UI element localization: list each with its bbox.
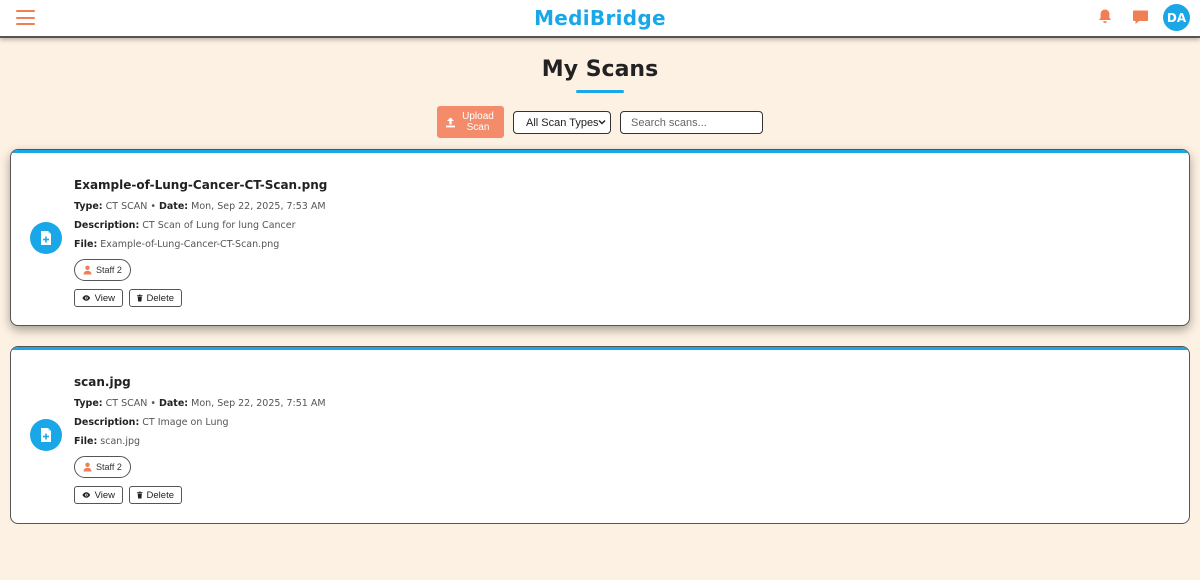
file-medical-icon (30, 419, 62, 451)
scan-type-date: Type: CT SCAN • Date: Mon, Sep 22, 2025,… (74, 398, 326, 409)
card-accent-stripe (11, 150, 1189, 153)
delete-label: Delete (146, 489, 174, 501)
upload-icon (446, 117, 455, 127)
card-accent-stripe (11, 347, 1189, 350)
scan-type-select-value: All Scan Types (526, 116, 599, 129)
avatar[interactable]: DA (1163, 4, 1190, 31)
scan-type-date: Type: CT SCAN • Date: Mon, Sep 22, 2025,… (74, 201, 326, 212)
staff-badge: Staff 2 (74, 456, 131, 478)
bell-icon[interactable] (1097, 8, 1113, 25)
trash-icon (137, 491, 143, 499)
upload-scan-button[interactable]: Upload Scan (437, 106, 504, 138)
eye-icon (82, 492, 91, 498)
staff-name: Staff 2 (96, 265, 122, 275)
scan-type-select[interactable]: All Scan Types (513, 111, 611, 134)
staff-badge: Staff 2 (74, 259, 131, 281)
brand-logo: MediBridge (534, 6, 666, 30)
delete-button[interactable]: Delete (129, 289, 182, 307)
view-label: View (94, 489, 115, 501)
user-icon (83, 462, 92, 472)
title-underline (576, 90, 624, 93)
file-medical-icon (30, 222, 62, 254)
top-nav-bar: MediBridge DA (0, 0, 1200, 38)
upload-scan-label: Upload Scan (462, 111, 494, 133)
scan-description: Description: CT Image on Lung (74, 417, 229, 428)
view-label: View (94, 292, 115, 304)
delete-button[interactable]: Delete (129, 486, 182, 504)
page-title: My Scans (541, 57, 659, 82)
eye-icon (82, 295, 91, 301)
scan-name: scan.jpg (74, 375, 131, 389)
scan-card: Example-of-Lung-Cancer-CT-Scan.png Type:… (10, 149, 1190, 326)
delete-label: Delete (146, 292, 174, 304)
search-input[interactable] (620, 111, 763, 134)
scan-name: Example-of-Lung-Cancer-CT-Scan.png (74, 178, 328, 192)
user-icon (83, 265, 92, 275)
view-button[interactable]: View (74, 289, 123, 307)
staff-name: Staff 2 (96, 462, 122, 472)
chat-icon[interactable] (1132, 9, 1149, 25)
scan-description: Description: CT Scan of Lung for lung Ca… (74, 220, 296, 231)
scan-file: File: Example-of-Lung-Cancer-CT-Scan.png (74, 239, 280, 250)
trash-icon (137, 294, 143, 302)
chevron-down-icon (598, 120, 606, 125)
scan-file: File: scan.jpg (74, 436, 141, 447)
scan-card: scan.jpg Type: CT SCAN • Date: Mon, Sep … (10, 346, 1190, 524)
view-button[interactable]: View (74, 486, 123, 504)
